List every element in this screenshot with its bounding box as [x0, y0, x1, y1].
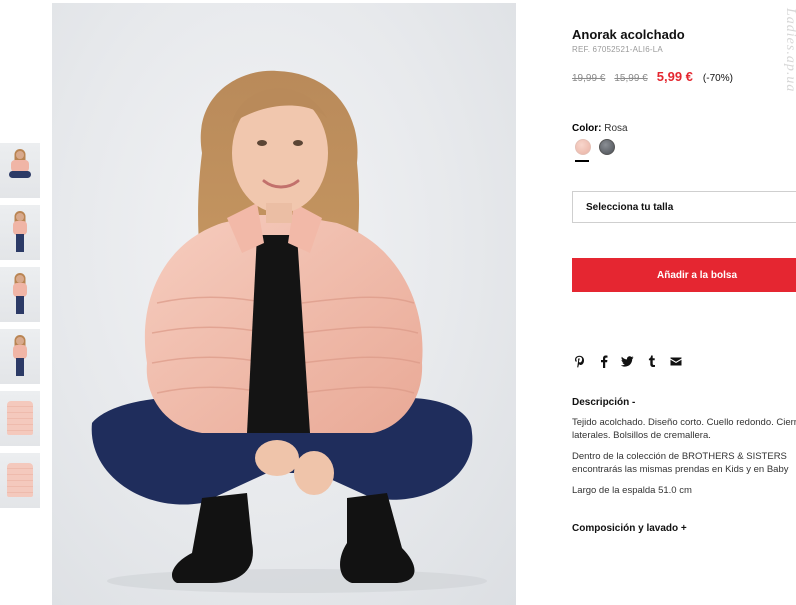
product-photo-illustration — [91, 70, 487, 593]
description-toggle[interactable]: Descripción - — [572, 397, 635, 408]
thumb-garment — [7, 463, 33, 497]
thumb-figure-head — [16, 337, 24, 345]
mail-icon[interactable] — [669, 354, 682, 368]
thumbnail-4[interactable] — [0, 329, 40, 384]
facebook-icon[interactable] — [597, 354, 610, 368]
add-to-bag-button[interactable]: Añadir a la bolsa — [572, 258, 796, 292]
collection-text: Dentro de la colección de BROTHERS & SIS… — [572, 451, 796, 476]
watermark: Ladies.ap.ua — [783, 8, 796, 93]
thumb-garment — [7, 401, 33, 435]
color-label: Color: — [572, 123, 602, 134]
thumbnail-6[interactable] — [0, 453, 40, 508]
description-line-2: laterales. Bolsillos de cremallera. — [572, 429, 711, 441]
twitter-icon[interactable] — [621, 354, 634, 368]
back-length-text: Largo de la espalda 51.0 cm — [572, 485, 692, 496]
tumblr-icon[interactable] — [645, 354, 658, 368]
thumb-figure-head — [16, 151, 24, 159]
thumbnail-3[interactable] — [0, 267, 40, 322]
size-select-placeholder: Selecciona tu talla — [586, 201, 674, 213]
color-swatch-gris[interactable] — [599, 139, 615, 155]
thumb-figure-jacket — [13, 345, 27, 359]
thumb-figure-legs — [9, 171, 31, 178]
thumb-figure-jacket — [13, 221, 27, 235]
thumb-figure-legs — [16, 358, 24, 376]
discount-badge: (-70%) — [702, 73, 733, 84]
share-icons — [573, 354, 682, 368]
price-block: 19,99 € 15,99 € 5,99 € (-70%) — [572, 69, 733, 84]
price-original-2: 15,99 € — [614, 73, 648, 84]
description-text: Tejido acolchado. Diseño corto. Cuello r… — [572, 417, 796, 442]
add-to-bag-label: Añadir a la bolsa — [656, 269, 738, 281]
product-title: Anorak acolchado — [572, 27, 685, 42]
size-select[interactable]: Selecciona tu talla — [572, 191, 796, 223]
description-body: Tejido acolchado. Diseño corto. Cuello r… — [572, 417, 796, 507]
description-line-1: Tejido acolchado. Diseño corto. Cuello r… — [572, 417, 796, 428]
product-main-image[interactable] — [52, 3, 516, 605]
thumb-figure-legs — [16, 234, 24, 252]
price-original-1: 19,99 € — [572, 73, 606, 84]
thumbnail-list — [0, 143, 40, 515]
price-current: 5,99 € — [656, 69, 693, 84]
collection-line-2: encontrarás las mismas prendas en Kids y… — [572, 463, 789, 475]
pinterest-icon[interactable] — [573, 354, 586, 368]
selected-swatch-indicator — [575, 160, 589, 162]
thumbnail-1[interactable] — [0, 143, 40, 198]
color-swatch-rosa[interactable] — [575, 139, 591, 155]
color-value: Rosa — [604, 123, 628, 134]
thumb-figure-jacket — [13, 283, 27, 297]
composition-toggle[interactable]: Composición y lavado + — [572, 523, 687, 534]
thumb-figure-head — [16, 275, 24, 283]
collection-line-1: Dentro de la colección de BROTHERS & SIS… — [572, 451, 787, 462]
thumb-figure-head — [16, 213, 24, 221]
thumbnail-2[interactable] — [0, 205, 40, 260]
color-swatches — [575, 139, 615, 155]
color-label-row: Color: Rosa — [572, 123, 628, 134]
thumbnail-5[interactable] — [0, 391, 40, 446]
thumb-figure-legs — [16, 296, 24, 314]
product-reference: REF. 67052521-ALI6-LA — [572, 45, 663, 54]
